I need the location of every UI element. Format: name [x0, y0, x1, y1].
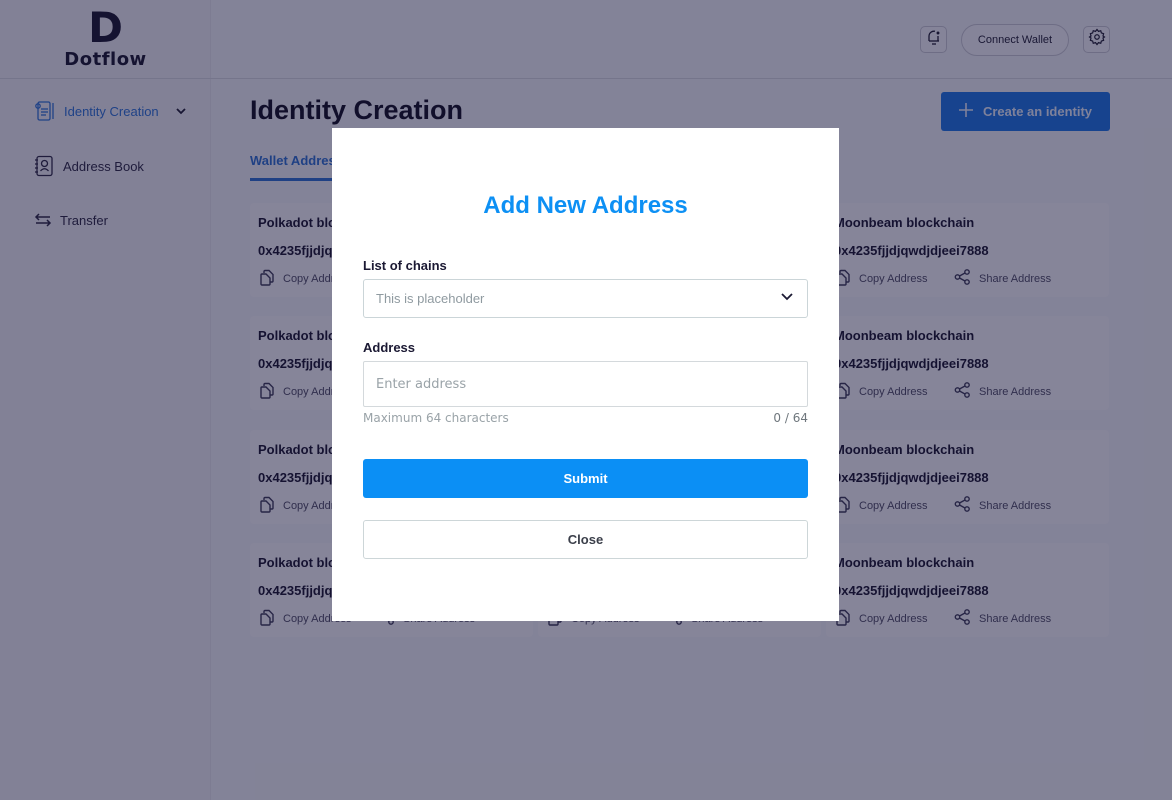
- address-char-counter: 0 / 64: [773, 411, 808, 425]
- submit-button[interactable]: Submit: [363, 459, 808, 498]
- chevron-down-icon: [780, 289, 794, 308]
- chain-list-label: List of chains: [363, 258, 447, 273]
- chain-select[interactable]: This is placeholder: [363, 279, 808, 318]
- close-button[interactable]: Close: [363, 520, 808, 559]
- address-label: Address: [363, 340, 416, 355]
- modal-title: Add New Address: [483, 192, 688, 219]
- add-address-modal: Add New Address List of chains This is p…: [332, 128, 839, 621]
- chain-select-placeholder: This is placeholder: [376, 291, 485, 306]
- address-input[interactable]: [363, 361, 808, 407]
- address-helper-text: Maximum 64 characters: [363, 411, 509, 425]
